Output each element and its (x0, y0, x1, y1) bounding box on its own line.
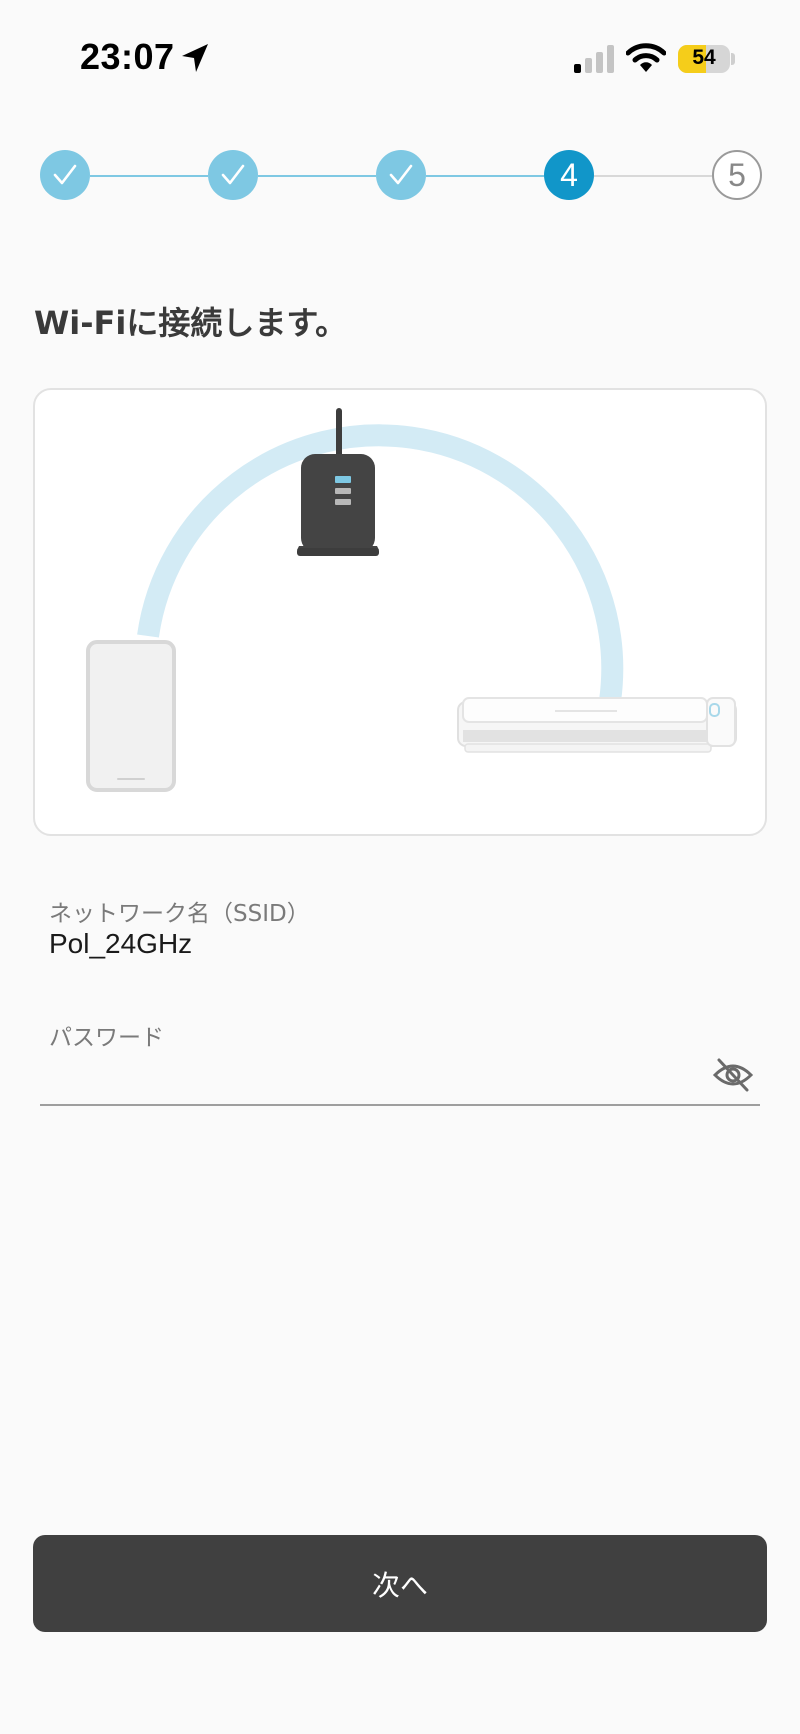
password-label: パスワード (49, 1025, 164, 1051)
step-connector (90, 175, 208, 177)
status-time: 23:07 (80, 36, 175, 77)
battery-icon: 54 (678, 45, 730, 73)
wireless-arc (137, 424, 624, 703)
next-button[interactable]: 次へ (33, 1535, 767, 1632)
step-3 (376, 150, 426, 200)
checkmark-icon (389, 164, 413, 185)
step-connector (258, 175, 376, 177)
smartphone-icon (86, 640, 176, 792)
connection-diagram (86, 408, 737, 792)
location-arrow-icon (182, 44, 208, 72)
scanner-icon (457, 697, 737, 753)
battery-cap (731, 53, 735, 65)
password-input[interactable] (40, 1048, 760, 1106)
connection-illustration (33, 388, 767, 836)
step-4-current: 4 (544, 150, 594, 200)
step-connector (594, 175, 712, 177)
checkmark-icon (53, 164, 77, 185)
step-connector (426, 175, 544, 177)
ssid-label: ネットワーク名（SSID） (49, 901, 310, 927)
cellular-signal-icon (574, 45, 614, 73)
wifi-icon (626, 43, 666, 72)
step-2 (208, 150, 258, 200)
step-1 (40, 150, 90, 200)
ssid-value: Pol_24GHz (49, 928, 193, 959)
checkmark-icon (221, 164, 245, 185)
wifi-setup-screen: 23:07 54 4 5 Wi-Fiに接続します。 ネットワーク名（SSID） … (0, 0, 800, 1734)
step-5: 5 (712, 150, 762, 200)
eye-off-icon[interactable] (712, 1055, 754, 1095)
progress-stepper: 4 5 (40, 150, 762, 202)
battery-level: 54 (692, 46, 716, 69)
page-title: Wi-Fiに接続します。 (34, 304, 348, 342)
